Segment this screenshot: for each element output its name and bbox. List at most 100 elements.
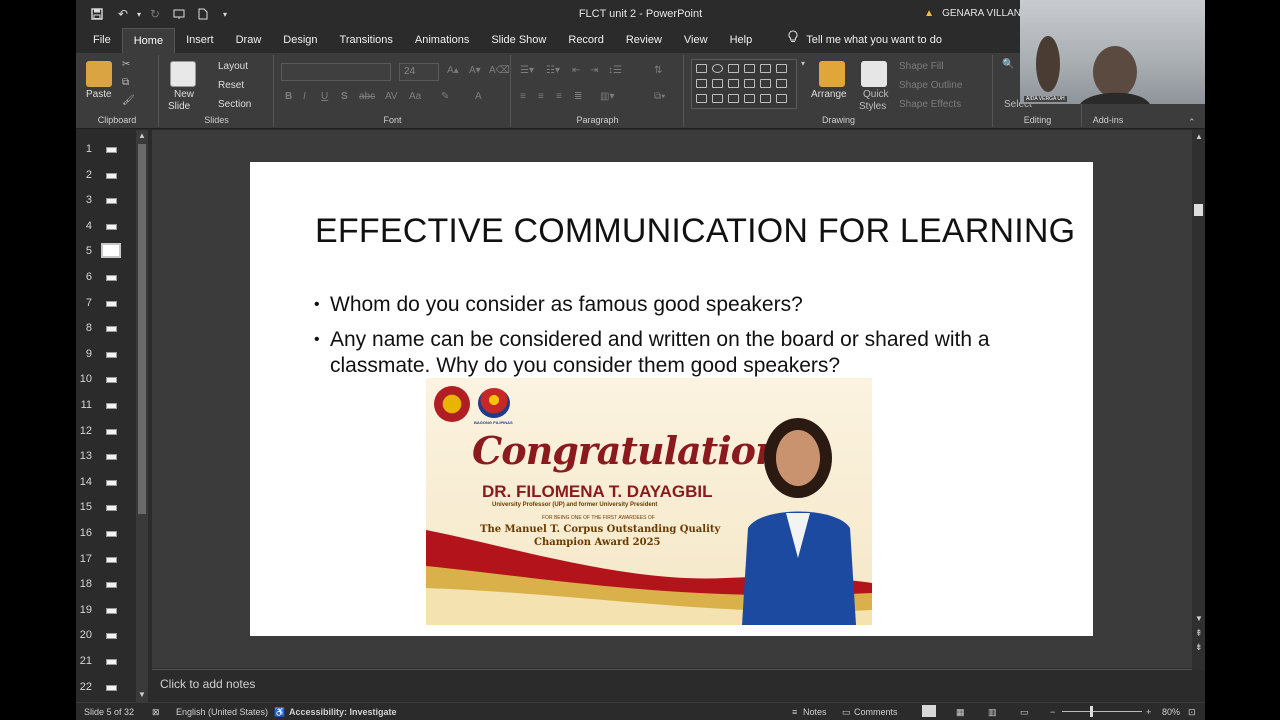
slide-thumbnail-image[interactable] <box>106 275 117 281</box>
shape-callout-icon[interactable] <box>776 79 787 88</box>
quick-styles-button[interactable]: Quick <box>863 89 889 100</box>
slide-thumbnail-image[interactable] <box>106 300 117 307</box>
paste-icon[interactable] <box>86 61 112 87</box>
shape-left-brace-icon[interactable] <box>744 94 755 103</box>
accessibility-status[interactable]: Accessibility: Investigate <box>289 707 397 717</box>
slide-thumbnail-image[interactable] <box>106 582 117 589</box>
slide-thumbnail[interactable]: 20 <box>76 626 134 646</box>
shape-right-arrow-icon[interactable] <box>744 79 755 88</box>
slide-thumbnail-image[interactable] <box>106 633 117 640</box>
grow-font-icon[interactable]: A▴ <box>447 65 459 76</box>
new-slide-button-2[interactable]: Slide <box>168 101 190 112</box>
tab-help[interactable]: Help <box>719 28 764 53</box>
shape-arrow-icon[interactable] <box>760 64 771 73</box>
user-area[interactable]: ▲ GENARA VILLAN <box>924 8 1021 19</box>
gallery-more-icon[interactable]: ▾ <box>801 59 805 68</box>
slide-thumbnail-image[interactable] <box>106 684 117 691</box>
bullet-2[interactable]: • Any name can be considered and written… <box>314 327 1044 379</box>
shadow-button[interactable]: S <box>341 91 348 102</box>
zoom-slider-track[interactable] <box>1062 711 1142 712</box>
shape-textbox-icon[interactable] <box>728 64 739 73</box>
slide-scrollbar[interactable]: ▲ ▼ ⇞ ⇟ <box>1192 130 1205 670</box>
slideshow-view-icon[interactable]: ▭ <box>1020 707 1029 718</box>
shape-line-icon[interactable] <box>744 64 755 73</box>
shape-brace-icon[interactable] <box>728 94 739 103</box>
decrease-indent-icon[interactable]: ⇤ <box>572 65 580 76</box>
scroll-up-icon[interactable]: ▲ <box>1195 132 1203 141</box>
slide-thumbnail-image[interactable] <box>106 479 117 486</box>
arrange-button[interactable]: Arrange <box>811 89 847 100</box>
shape-rect-icon[interactable] <box>696 64 707 73</box>
zoom-level[interactable]: 80% <box>1162 707 1180 717</box>
slide-thumbnail-image[interactable] <box>106 403 117 409</box>
tab-file[interactable]: File <box>82 28 122 53</box>
scroll-down-icon[interactable]: ▼ <box>138 690 146 699</box>
spelling-icon[interactable]: ⊠ <box>152 707 160 718</box>
format-painter-icon[interactable]: 🖌 <box>122 95 135 106</box>
slide-thumbnail-image[interactable] <box>106 172 117 179</box>
shape-outline-button[interactable]: Shape Outline <box>899 80 962 91</box>
char-spacing-button[interactable]: AV <box>385 91 398 102</box>
slide-thumbnail[interactable]: 9 <box>76 345 134 365</box>
reading-view-icon[interactable]: ▥ <box>988 707 997 718</box>
quick-styles-icon[interactable] <box>861 61 887 87</box>
collapse-ribbon-icon[interactable]: ⌃ <box>1188 117 1196 128</box>
shrink-font-icon[interactable]: A▾ <box>469 65 481 76</box>
tab-draw[interactable]: Draw <box>225 28 273 53</box>
increase-indent-icon[interactable]: ⇥ <box>590 65 598 76</box>
shape-effects-button[interactable]: Shape Effects <box>899 99 961 110</box>
bullet-1[interactable]: • Whom do you consider as famous good sp… <box>314 292 1044 318</box>
font-size-combo[interactable]: 24 <box>399 63 439 81</box>
slide-thumbnail[interactable]: 14 <box>76 473 134 493</box>
next-slide-icon[interactable]: ⇟ <box>1195 642 1203 653</box>
tab-review[interactable]: Review <box>615 28 673 53</box>
arrange-icon[interactable] <box>819 61 845 87</box>
strikethrough-button[interactable]: abc <box>359 91 375 102</box>
shape-freeform-icon[interactable] <box>712 94 723 103</box>
shape-oval-icon[interactable] <box>712 64 723 73</box>
new-slide-icon[interactable] <box>170 61 196 87</box>
previous-slide-icon[interactable]: ⇞ <box>1195 628 1203 639</box>
slide-thumbnail-image[interactable] <box>106 351 117 358</box>
align-left-icon[interactable]: ≡ <box>520 91 526 102</box>
slide-thumbnail[interactable]: 19 <box>76 601 134 621</box>
slide-thumbnail-image[interactable] <box>106 223 117 230</box>
slide-thumbnail[interactable]: 17 <box>76 550 134 570</box>
find-icon[interactable]: 🔍 <box>1002 59 1014 70</box>
zoom-in-icon[interactable]: + <box>1146 707 1151 717</box>
slide-thumbnail[interactable]: 16 <box>76 524 134 544</box>
new-slide-button[interactable]: New <box>174 89 194 100</box>
tab-home[interactable]: Home <box>121 28 176 53</box>
slide-thumbnail-image[interactable] <box>106 428 117 435</box>
shapes-gallery[interactable] <box>691 59 797 109</box>
highlight-icon[interactable]: ✎ <box>441 91 449 102</box>
paste-button[interactable]: Paste <box>86 89 112 100</box>
slide-thumbnail-image[interactable] <box>106 505 117 512</box>
tab-animations[interactable]: Animations <box>404 28 480 53</box>
copy-icon[interactable]: ⧉ <box>122 77 129 88</box>
align-right-icon[interactable]: ≡ <box>556 91 562 102</box>
slide-thumbnail-image[interactable] <box>106 198 117 205</box>
fit-to-window-icon[interactable]: ⊡ <box>1188 707 1196 718</box>
slide-thumbnail[interactable]: 4 <box>76 217 134 237</box>
tab-record[interactable]: Record <box>557 28 614 53</box>
notes-pane[interactable]: Click to add notes <box>152 669 1192 701</box>
text-direction-icon[interactable]: ⇅ <box>654 65 662 76</box>
slide-title[interactable]: EFFECTIVE COMMUNICATION FOR LEARNING <box>315 212 1075 251</box>
slide-thumbnail[interactable]: 10 <box>76 370 134 390</box>
language-indicator[interactable]: English (United States) <box>176 707 268 717</box>
slide-thumbnail[interactable]: 6 <box>76 268 134 288</box>
section-button[interactable]: Section <box>218 99 251 110</box>
slide-thumbnail[interactable]: 13 <box>76 447 134 467</box>
slide-thumbnail[interactable]: 15 <box>76 498 134 518</box>
line-spacing-icon[interactable]: ↕☰ <box>608 65 622 76</box>
italic-button[interactable]: I <box>303 91 306 102</box>
slide-thumbnail-image[interactable] <box>106 531 117 537</box>
clear-format-icon[interactable]: A⌫ <box>489 65 510 76</box>
smartart-icon[interactable]: ⧉▾ <box>654 91 665 102</box>
justify-icon[interactable]: ≣ <box>574 91 582 102</box>
slide-thumbnail[interactable]: 18 <box>76 575 134 595</box>
slide-thumbnail[interactable]: 7 <box>76 294 134 314</box>
slide-thumbnail-image[interactable] <box>106 147 117 153</box>
shape-triangle-icon[interactable] <box>696 79 707 88</box>
